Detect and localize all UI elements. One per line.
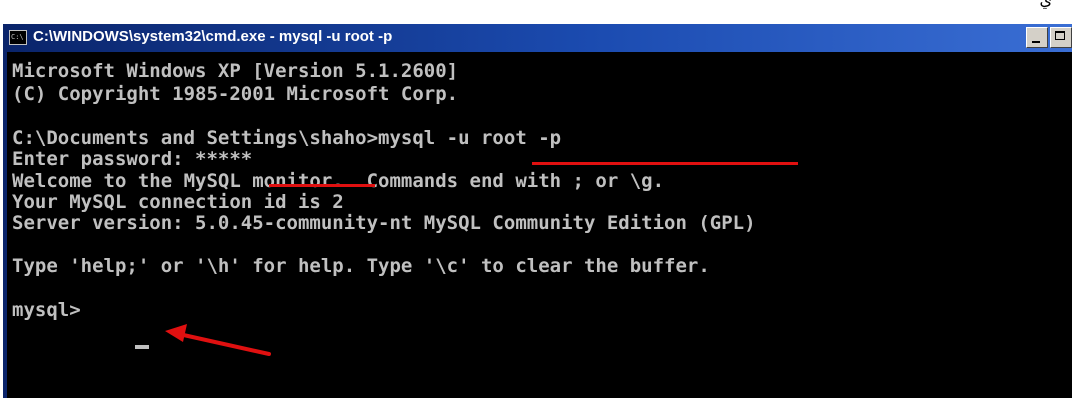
console-line-password: Enter password: *****: [12, 148, 253, 170]
console-line-server-version: Server version: 5.0.45-community-nt MySQ…: [12, 212, 756, 234]
console-line-connection: Your MySQL connection id is 2: [12, 191, 344, 213]
console-icon[interactable]: C:\: [9, 30, 27, 45]
mysql-prompt: mysql>: [12, 299, 93, 321]
console-area[interactable]: Microsoft Windows XP [Version 5.1.2600] …: [7, 52, 1072, 398]
maximize-button[interactable]: [1050, 27, 1072, 48]
arrow-annotation: [165, 324, 271, 356]
corner-text: ي: [1039, 0, 1052, 9]
title-bar[interactable]: C:\ C:\WINDOWS\system32\cmd.exe - mysql …: [3, 24, 1072, 52]
console-line-welcome: Welcome to the MySQL monitor. Commands e…: [12, 170, 665, 192]
text-cursor: [135, 345, 149, 349]
minimize-icon: [1032, 41, 1040, 43]
console-line-command: C:\Documents and Settings\shaho>mysql -u…: [12, 127, 562, 149]
password-underline: [269, 184, 375, 187]
console-line-version: Microsoft Windows XP [Version 5.1.2600]: [12, 60, 459, 82]
cmd-window: C:\ C:\WINDOWS\system32\cmd.exe - mysql …: [3, 24, 1072, 398]
window-controls: [1026, 27, 1072, 48]
minimize-button[interactable]: [1026, 27, 1048, 48]
console-line-copyright: (C) Copyright 1985-2001 Microsoft Corp.: [12, 83, 459, 105]
command-underline: [532, 162, 798, 165]
console-line-help: Type 'help;' or '\h' for help. Type '\c'…: [12, 255, 710, 277]
maximize-icon: [1055, 31, 1065, 40]
screenshot-page: ي C:\ C:\WINDOWS\system32\cmd.exe - mysq…: [0, 0, 1072, 398]
window-title: C:\WINDOWS\system32\cmd.exe - mysql -u r…: [33, 28, 393, 45]
